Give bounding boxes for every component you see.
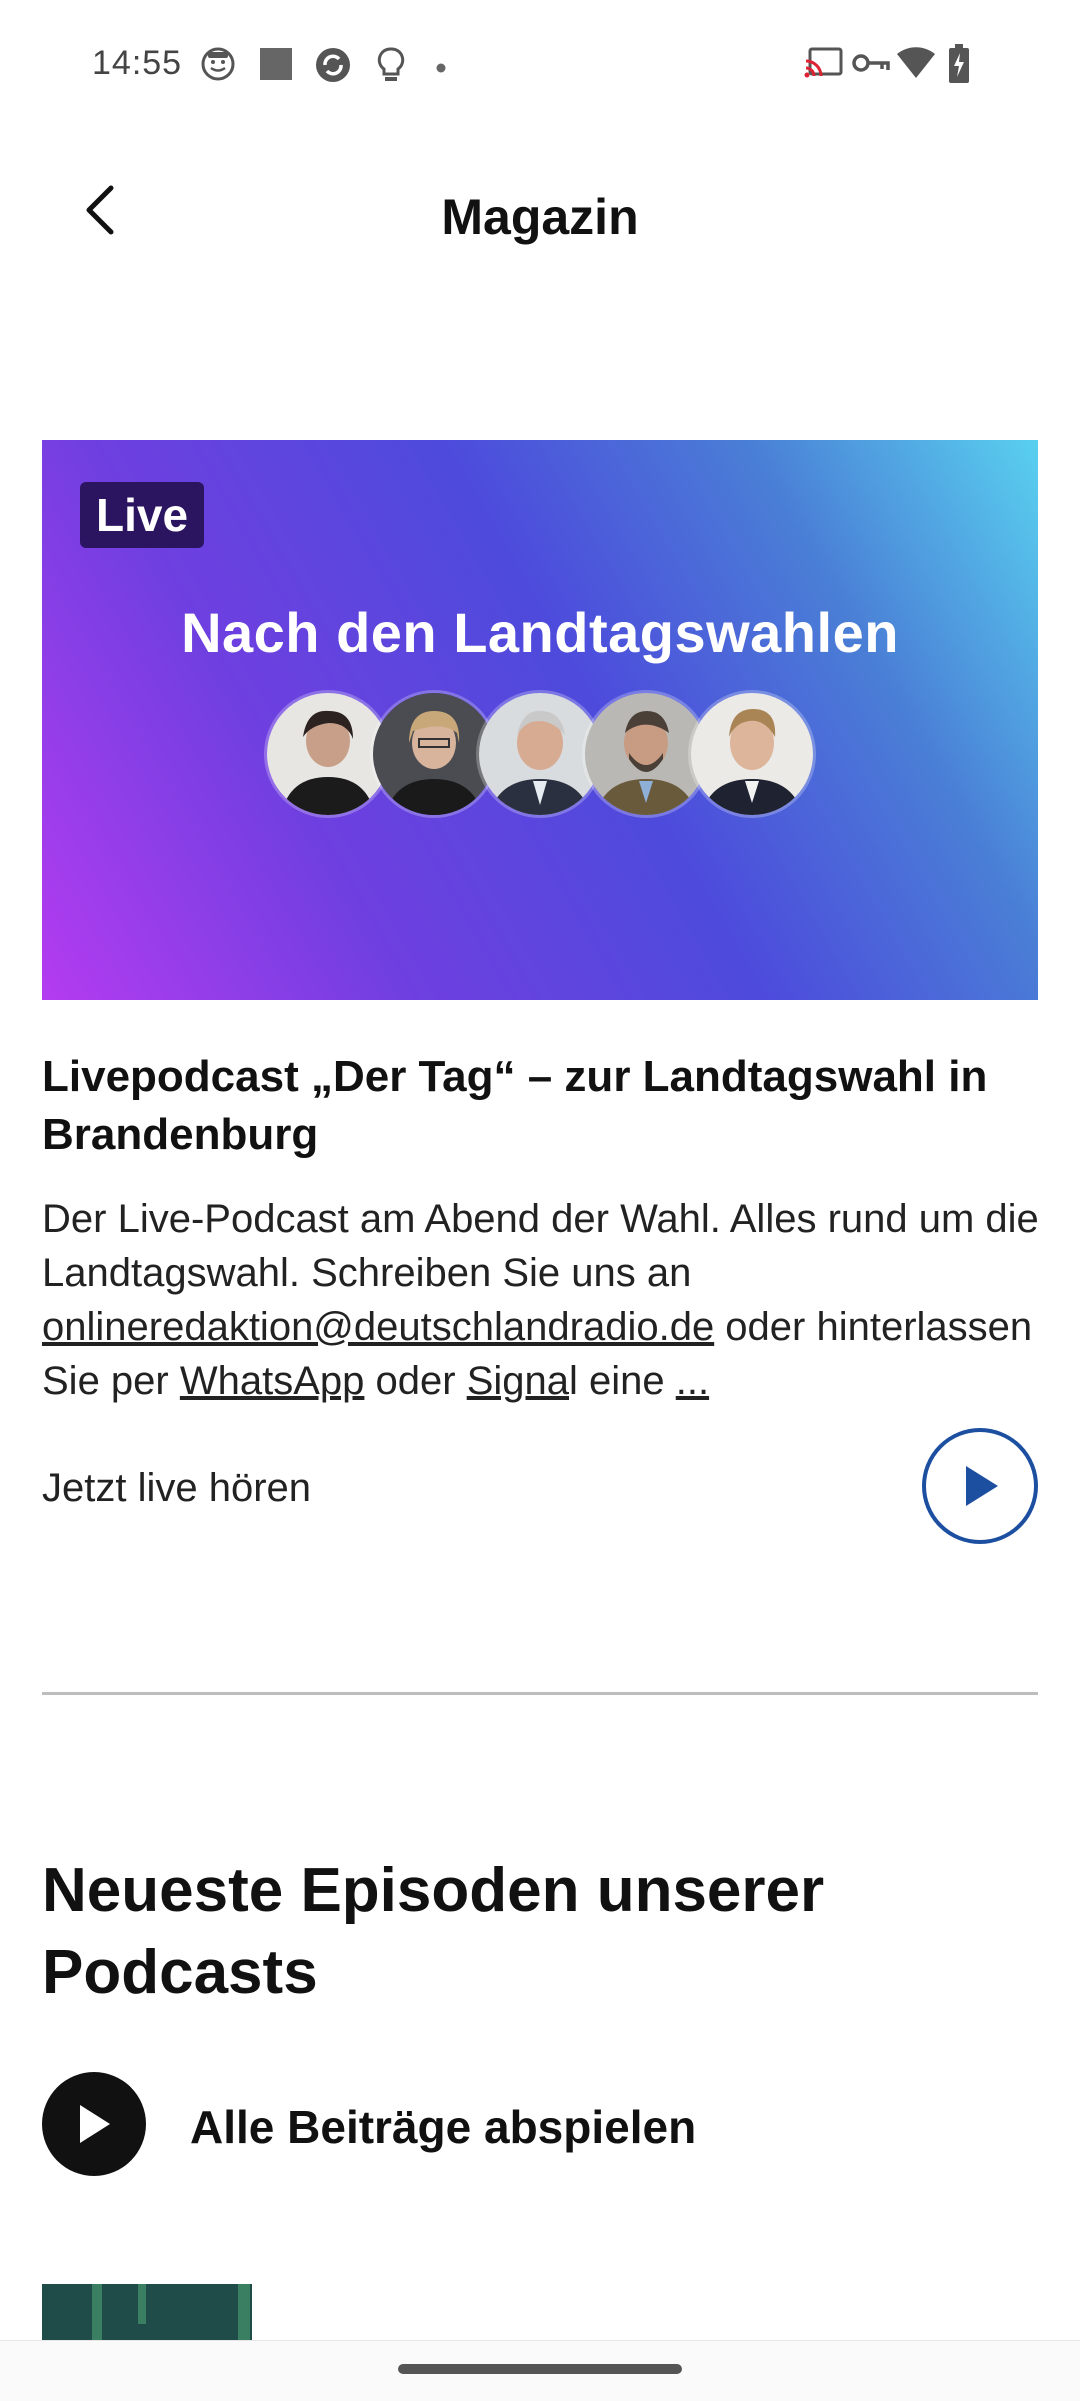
home-gesture-handle[interactable] [398, 2364, 682, 2374]
hero-title: Nach den Landtagswahlen [181, 601, 899, 664]
more-notifications-dot-icon [436, 60, 446, 78]
episode-description-text: oder [364, 1359, 467, 1403]
battery-charging-icon [948, 44, 970, 89]
lightbulb-icon [376, 46, 406, 89]
episode-title[interactable]: Livepodcast „Der Tag“ – zur Landtagswahl… [42, 1048, 1042, 1164]
section-title: Neueste Episoden unserer Podcasts [42, 1856, 825, 2007]
cast-icon [804, 46, 844, 85]
listen-live-label[interactable]: Jetzt live hören [42, 1466, 311, 1511]
play-all-button[interactable] [42, 2072, 146, 2176]
host-portraits [264, 690, 824, 818]
episode-thumbnail[interactable] [42, 2284, 252, 2340]
episode-description-text: l eine [569, 1359, 676, 1403]
whatsapp-link[interactable]: WhatsApp [180, 1359, 365, 1403]
status-bar: 14:55 [0, 0, 1080, 130]
play-icon [80, 2105, 110, 2143]
play-icon [966, 1466, 998, 1506]
smiley-notification-icon [200, 46, 236, 87]
episode-description: Der Live-Podcast am Abend der Wahl. Alle… [42, 1192, 1042, 1408]
episode-description-text: Der Live-Podcast am Abend der Wahl. Alle… [42, 1197, 1039, 1295]
status-time: 14:55 [92, 44, 183, 82]
vpn-key-icon [852, 50, 890, 81]
play-live-button[interactable] [922, 1428, 1038, 1544]
email-link[interactable]: onlineredaktion@deutschlandradio.de [42, 1305, 714, 1349]
section-divider [42, 1692, 1038, 1695]
square-notification-icon [258, 46, 294, 87]
hero-banner[interactable]: Live Nach den Landtagswahlen [42, 440, 1038, 1000]
host-portrait-5 [688, 690, 816, 818]
read-more-link[interactable]: ... [676, 1359, 709, 1403]
live-badge: Live [80, 482, 205, 548]
signal-link[interactable]: Signa [467, 1359, 569, 1403]
sync-app-icon [314, 46, 352, 89]
play-all-label[interactable]: Alle Beiträge abspielen [190, 2100, 696, 2154]
wifi-icon [896, 46, 936, 85]
page-title: Magazin [441, 189, 639, 245]
